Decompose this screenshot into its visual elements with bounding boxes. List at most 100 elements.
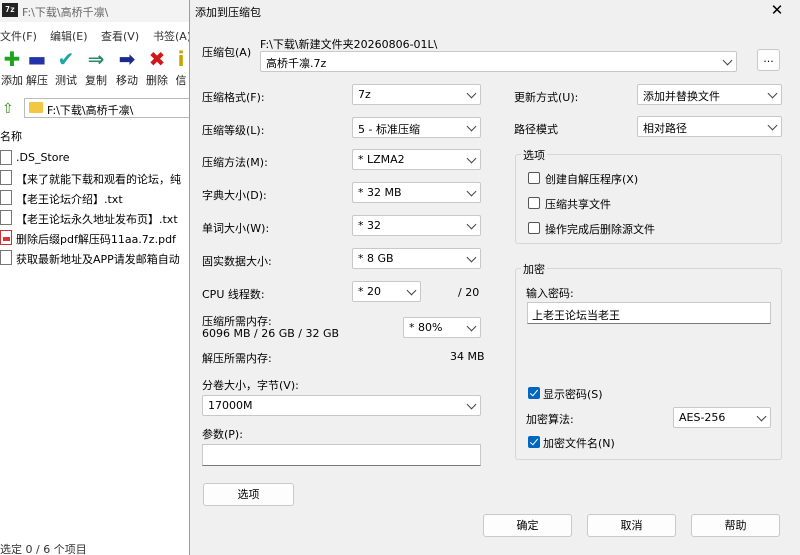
sfx-checkbox[interactable] xyxy=(528,172,540,184)
delete-after-checkbox[interactable] xyxy=(528,222,540,234)
password-label: 输入密码: xyxy=(526,287,574,300)
path-mode-select[interactable]: 相对路径 xyxy=(637,116,782,137)
toolbar-move-label: 移动 xyxy=(116,74,138,87)
dict-label: 字典大小(D): xyxy=(202,189,267,202)
mem-percent-select[interactable]: * 80% xyxy=(403,317,481,338)
password-value: 上老王论坛当老王 xyxy=(532,309,620,322)
toolbar-test-label: 测试 xyxy=(55,74,77,87)
file-name: 获取最新地址及APP请发邮箱自动 xyxy=(16,253,180,266)
mem-percent-value: * 80% xyxy=(409,321,443,334)
cpu-threads-select[interactable]: * 20 xyxy=(352,281,421,302)
file-icon xyxy=(0,150,12,165)
cancel-button[interactable]: 取消 xyxy=(587,514,676,537)
format-select[interactable]: 7z xyxy=(352,84,481,105)
archive-name-combo[interactable]: 高桥千凛.7z xyxy=(260,51,737,72)
file-name: 【老王论坛介绍】.txt xyxy=(16,193,123,206)
status-bar: 选定 0 / 6 个项目 xyxy=(0,543,87,555)
show-password-label: 显示密码(S) xyxy=(543,388,603,401)
toolbar-test-button[interactable]: ✔ 测试 xyxy=(51,46,81,94)
chevron-down-icon xyxy=(758,413,766,421)
sfx-label: 创建自解压程序(X) xyxy=(545,173,639,186)
chevron-down-icon xyxy=(468,254,476,262)
method-select[interactable]: * LZMA2 xyxy=(352,149,481,170)
encrypt-names-checkbox[interactable] xyxy=(528,436,540,448)
toolbar-move-button[interactable]: ➡ 移动 xyxy=(112,46,142,94)
toolbar-copy-button[interactable]: ⇒ 复制 xyxy=(81,46,111,94)
file-row[interactable]: 【老王论坛介绍】.txt xyxy=(0,188,200,208)
file-row[interactable]: .DS_Store xyxy=(0,148,200,168)
file-row[interactable]: 【老王论坛永久地址发布页】.txt xyxy=(0,208,200,228)
address-text: F:\下载\高桥千凛\ xyxy=(47,104,134,117)
shared-files-checkbox[interactable] xyxy=(528,197,540,209)
encryption-group: 加密 输入密码: 上老王论坛当老王 显示密码(S) 加密算法: AES-256 … xyxy=(515,261,782,460)
file-row[interactable]: 获取最新地址及APP请发邮箱自动 xyxy=(0,248,200,268)
toolbar-extract-label: 解压 xyxy=(26,74,48,87)
ok-button[interactable]: 确定 xyxy=(483,514,572,537)
cpu-label: CPU 线程数: xyxy=(202,288,265,301)
test-icon: ✔ xyxy=(57,47,75,71)
encryption-method-label: 加密算法: xyxy=(526,413,574,426)
file-row[interactable]: 删除后缀pdf解压码11aa.7z.pdf xyxy=(0,228,200,248)
mem-decomp-value: 34 MB xyxy=(450,350,485,363)
delete-icon: ✖ xyxy=(148,47,166,71)
encryption-method-select[interactable]: AES-256 xyxy=(673,407,771,428)
file-name: 删除后缀pdf解压码11aa.7z.pdf xyxy=(16,233,176,246)
file-name: .DS_Store xyxy=(16,151,70,164)
chevron-down-icon xyxy=(468,323,476,331)
menu-file[interactable]: 文件(F) xyxy=(0,28,37,44)
encryption-method-value: AES-256 xyxy=(679,411,726,424)
column-header-name[interactable]: 名称 xyxy=(0,128,200,143)
show-password-checkbox[interactable] xyxy=(528,387,540,399)
dialog-title: 添加到压缩包 xyxy=(195,6,261,19)
method-label: 压缩方法(M): xyxy=(202,156,268,169)
file-icon xyxy=(0,210,12,225)
extract-icon: ▬ xyxy=(27,47,47,71)
seven-zip-app-icon: 7z xyxy=(2,3,18,17)
address-field[interactable]: F:\下载\高桥千凛\ xyxy=(24,98,194,118)
cpu-threads-value: * 20 xyxy=(358,285,381,298)
format-label: 压缩格式(F): xyxy=(202,91,265,104)
chevron-down-icon xyxy=(468,90,476,98)
folder-icon xyxy=(29,102,43,113)
password-input[interactable]: 上老王论坛当老王 xyxy=(527,302,771,324)
close-icon[interactable]: ✕ xyxy=(762,0,792,20)
up-folder-icon[interactable]: ⇧ xyxy=(2,101,14,117)
toolbar-extract-button[interactable]: ▬ 解压 xyxy=(22,46,52,94)
solid-value: * 8 GB xyxy=(358,252,394,265)
menu-edit[interactable]: 编辑(E) xyxy=(50,28,88,44)
chevron-down-icon xyxy=(408,287,416,295)
help-button[interactable]: 帮助 xyxy=(691,514,780,537)
info-icon: i xyxy=(177,47,185,71)
update-mode-select[interactable]: 添加并替换文件 xyxy=(637,84,782,105)
chevron-down-icon xyxy=(468,188,476,196)
toolbar-delete-button[interactable]: ✖ 删除 xyxy=(142,46,172,94)
toolbar-info-label: 信 xyxy=(175,74,187,87)
copy-icon: ⇒ xyxy=(87,47,105,71)
update-mode-label: 更新方式(U): xyxy=(514,91,579,104)
options-group: 选项 创建自解压程序(X) 压缩共享文件 操作完成后删除源文件 xyxy=(515,147,782,244)
params-input[interactable] xyxy=(202,444,481,466)
word-select[interactable]: * 32 xyxy=(352,215,481,236)
volume-size-value: 17000M xyxy=(208,399,253,412)
file-icon xyxy=(0,190,12,205)
level-select[interactable]: 5 - 标准压缩 xyxy=(352,117,481,138)
toolbar-info-button[interactable]: i 信 xyxy=(172,46,190,94)
volume-label: 分卷大小，字节(V): xyxy=(202,379,299,392)
file-row[interactable]: 【来了就能下载和观看的论坛，纯 xyxy=(0,168,200,188)
format-value: 7z xyxy=(358,88,371,101)
volume-size-combo[interactable]: 17000M xyxy=(202,395,481,416)
browse-button[interactable]: ... xyxy=(757,49,780,71)
archive-label: 压缩包(A) xyxy=(202,46,252,59)
move-icon: ➡ xyxy=(118,47,136,71)
solid-select[interactable]: * 8 GB xyxy=(352,248,481,269)
chevron-down-icon xyxy=(468,123,476,131)
pdf-file-icon xyxy=(0,230,12,245)
shared-files-label: 压缩共享文件 xyxy=(545,198,611,211)
archive-name-value: 高桥千凛.7z xyxy=(266,57,327,70)
word-label: 单词大小(W): xyxy=(202,222,270,235)
menu-bookmarks[interactable]: 书签(A) xyxy=(153,28,191,44)
level-value: 5 - 标准压缩 xyxy=(358,123,420,136)
dict-select[interactable]: * 32 MB xyxy=(352,182,481,203)
menu-view[interactable]: 查看(V) xyxy=(101,28,139,44)
options-button[interactable]: 选项 xyxy=(203,483,294,506)
